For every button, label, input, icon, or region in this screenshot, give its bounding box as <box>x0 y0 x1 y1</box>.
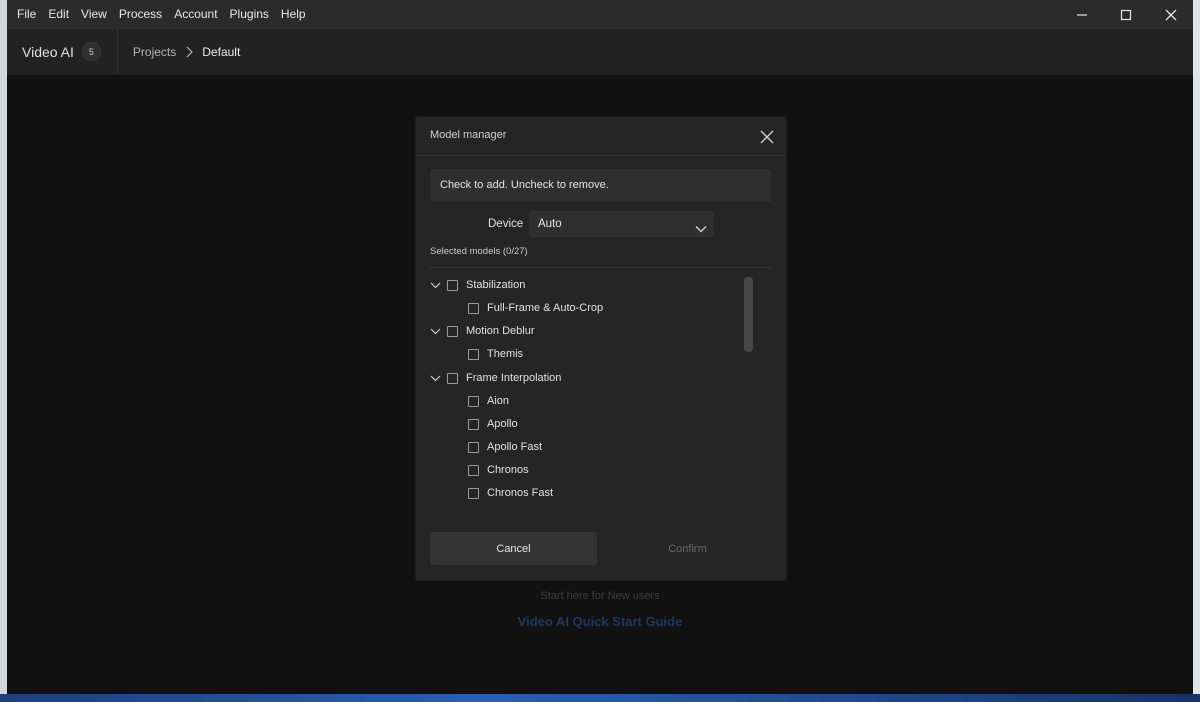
model-label: Full-Frame & Auto-Crop <box>487 302 604 314</box>
model-checkbox[interactable] <box>468 418 479 430</box>
minimize-button[interactable] <box>1060 0 1104 29</box>
menu-help[interactable]: Help <box>276 0 311 29</box>
maximize-icon <box>1120 9 1132 20</box>
group-row[interactable]: Frame Interpolation <box>428 369 561 387</box>
desktop-bottom-edge <box>0 694 1200 702</box>
group-label: Stabilization <box>466 279 526 291</box>
breadcrumb-projects[interactable]: Projects <box>133 45 176 59</box>
model-label: Chronos Fast <box>487 487 554 499</box>
header-divider <box>116 29 118 74</box>
chevron-down-icon[interactable] <box>428 278 442 292</box>
close-icon <box>1165 9 1177 20</box>
model-checkbox[interactable] <box>468 348 479 360</box>
menu-file[interactable]: File <box>12 0 41 29</box>
device-value: Auto <box>538 218 562 230</box>
menu-edit[interactable]: Edit <box>43 0 74 29</box>
model-checkbox[interactable] <box>468 464 479 476</box>
instruction-hint: Check to add. Uncheck to remove. <box>430 169 771 202</box>
model-checkbox[interactable] <box>468 441 479 453</box>
cancel-button[interactable]: Cancel <box>430 532 597 565</box>
dialog-header: Model manager <box>416 117 786 156</box>
model-checkbox[interactable] <box>468 487 479 499</box>
menu-account[interactable]: Account <box>169 0 222 29</box>
group-label: Frame Interpolation <box>466 372 562 384</box>
chevron-right-icon <box>185 46 194 58</box>
group-row[interactable]: Stabilization <box>428 276 525 294</box>
group-label: Motion Deblur <box>466 325 535 337</box>
group-checkbox[interactable] <box>447 325 458 337</box>
selected-models-count: Selected models (0/27) <box>430 246 528 257</box>
model-label: Apollo <box>487 418 518 430</box>
list-scrollbar[interactable] <box>744 277 753 352</box>
menu-process[interactable]: Process <box>114 0 167 29</box>
model-checkbox[interactable] <box>468 302 479 314</box>
device-select[interactable]: Auto <box>529 211 714 237</box>
start-here-text: Start here for New users <box>540 590 660 602</box>
model-row[interactable]: Full-Frame & Auto-Crop <box>468 299 603 317</box>
model-label: Chronos <box>487 464 529 476</box>
model-tree: Stabilization Full-Frame & Auto-Crop Mot… <box>416 274 786 502</box>
menu-view[interactable]: View <box>76 0 112 29</box>
desktop-right-edge <box>1193 0 1200 702</box>
chevron-down-icon[interactable] <box>428 324 442 338</box>
group-row[interactable]: Motion Deblur <box>428 322 534 340</box>
quick-start-guide-link[interactable]: Video AI Quick Start Guide <box>7 614 1193 629</box>
menubar: File Edit View Process Account Plugins H… <box>7 0 1193 29</box>
model-label: Themis <box>487 348 524 360</box>
model-row[interactable]: Aion <box>468 392 509 410</box>
model-checkbox[interactable] <box>468 395 479 407</box>
model-row[interactable]: Themis <box>468 345 523 363</box>
chevron-down-icon <box>695 220 707 238</box>
version-badge: 5 <box>81 42 101 61</box>
model-row[interactable]: Chronos Fast <box>468 484 553 502</box>
close-icon <box>760 130 774 144</box>
model-row[interactable]: Chronos <box>468 461 529 479</box>
group-checkbox[interactable] <box>447 372 458 384</box>
model-label: Aion <box>487 395 510 407</box>
model-manager-dialog: Model manager Check to add. Uncheck to r… <box>415 116 787 581</box>
close-button[interactable] <box>1149 0 1193 29</box>
list-divider <box>430 267 771 268</box>
group-checkbox[interactable] <box>447 279 458 291</box>
confirm-button[interactable]: Confirm <box>604 532 771 565</box>
dialog-title: Model manager <box>430 129 507 141</box>
menu-plugins[interactable]: Plugins <box>225 0 274 29</box>
app-header: Video AI 5 Projects Default <box>7 29 1193 75</box>
model-row[interactable]: Apollo Fast <box>468 438 542 456</box>
model-label: Apollo Fast <box>487 441 543 453</box>
model-row[interactable]: Apollo <box>468 415 518 433</box>
chevron-down-icon[interactable] <box>428 371 442 385</box>
desktop-left-edge <box>0 0 7 702</box>
device-label: Device <box>488 218 524 230</box>
breadcrumb-current: Default <box>202 44 241 59</box>
dialog-close-button[interactable] <box>758 128 776 146</box>
app-name: Video AI <box>22 43 74 60</box>
minimize-icon <box>1077 13 1087 16</box>
maximize-button[interactable] <box>1104 0 1148 29</box>
